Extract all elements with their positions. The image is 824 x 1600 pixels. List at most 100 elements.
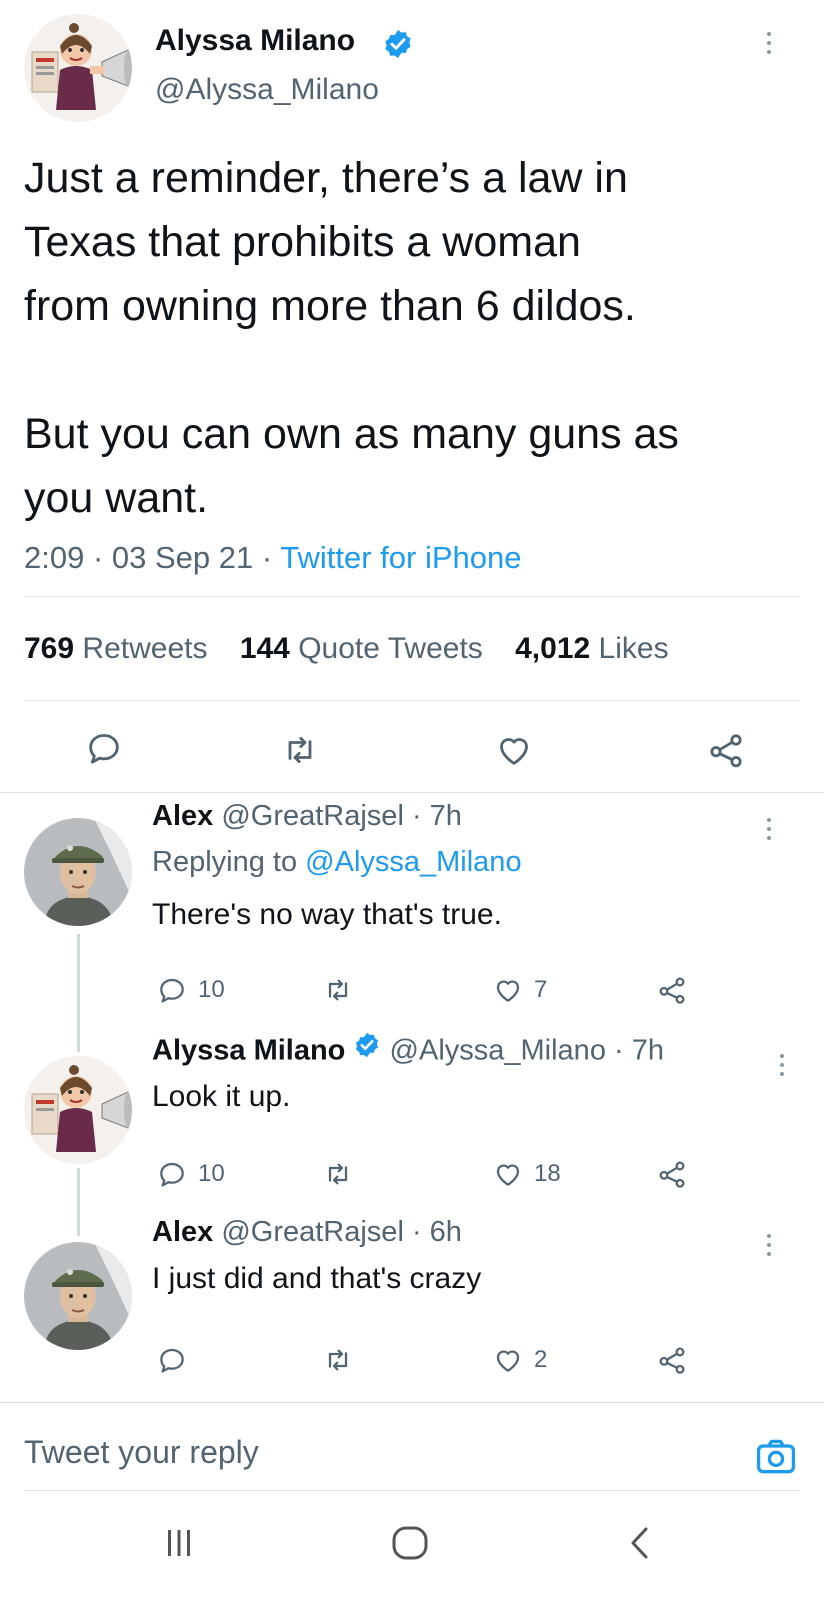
retweet-icon [328,979,348,1001]
likes-stat[interactable]: 4,012 Likes [515,632,668,665]
main-author-name[interactable]: Alyssa Milano [155,24,355,58]
like-count: 18 [534,1160,561,1187]
like-icon [496,1164,520,1186]
replying-prefix: Replying to [152,846,298,878]
reply-author-handle[interactable]: @GreatRajsel [221,800,404,832]
tweet-line: Just a reminder, there’s a law in [24,154,628,202]
share-button[interactable] [706,730,746,770]
divider [0,1402,824,1403]
separator-dot: · [614,1034,632,1067]
retweet-button[interactable] [322,1344,364,1376]
like-button[interactable]: 2 [492,1344,547,1376]
reply-header: Alyssa Milano @Alyssa_Milano · 7h [152,1031,664,1070]
reply-author-handle[interactable]: @Alyssa_Milano [390,1035,606,1067]
camera-icon[interactable] [754,1435,798,1484]
retweet-button[interactable] [322,974,364,1006]
replying-to-handle[interactable]: @Alyssa_Milano [305,846,521,878]
more-options-icon[interactable] [766,818,772,840]
separator-dot: · [92,540,112,575]
like-count: 7 [534,976,548,1003]
separator-dot: · [411,800,430,832]
tweet-line: Texas that prohibits a woman [24,218,581,266]
divider [24,596,800,597]
reply-text: Look it up. [152,1080,291,1113]
verified-badge-icon [382,28,414,65]
reply-author-avatar[interactable] [24,1242,132,1350]
tweet-source[interactable]: Twitter for iPhone [280,540,521,575]
more-options-icon[interactable] [766,32,772,54]
back-icon[interactable] [628,1526,652,1565]
reply-header: Alex @GreatRajsel · 7h [152,800,462,833]
share-icon [659,977,685,1004]
reply-author-handle[interactable]: @GreatRajsel [221,1216,404,1248]
like-button[interactable] [494,730,534,770]
reply-count: 10 [198,976,225,1003]
reply-time[interactable]: 7h [430,800,462,832]
reply-time[interactable]: 6h [430,1216,462,1248]
tweet-line: But you can own as many guns as [24,410,679,458]
reply-header: Alex @GreatRajsel · 6h [152,1216,462,1249]
retweet-icon [328,1163,348,1185]
reply-icon [160,1348,184,1373]
like-icon [500,738,528,765]
reply-time[interactable]: 7h [632,1035,664,1067]
reply-text: I just did and that's crazy [152,1262,482,1295]
quotes-count: 144 [239,632,290,665]
tweet-line: you want. [24,474,209,522]
quotes-stat[interactable]: 144 Quote Tweets [240,632,483,665]
retweets-stat[interactable]: 769 Retweets [24,632,207,665]
reply-button[interactable] [156,1344,198,1376]
reply-author-name[interactable]: Alyssa Milano [152,1035,345,1067]
reply-input[interactable]: Tweet your reply [24,1434,259,1471]
home-icon[interactable] [392,1526,428,1565]
separator-dot: · [261,540,281,575]
thread-line [77,1168,80,1236]
replying-to: Replying to @Alyssa_Milano [152,846,522,879]
separator-dot: · [411,1216,430,1248]
reply-button[interactable]: 10 [156,974,225,1006]
likes-count: 4,012 [515,632,591,665]
reply-icon [89,734,119,764]
like-count: 2 [534,1346,548,1373]
like-icon [496,980,520,1002]
share-button[interactable] [656,1344,688,1376]
like-button[interactable]: 18 [492,1158,561,1190]
main-author-handle[interactable]: @Alyssa_Milano [155,73,379,107]
retweet-button[interactable] [322,1158,364,1190]
likes-label: Likes [598,632,669,665]
share-button[interactable] [656,974,688,1006]
retweets-count: 769 [24,632,75,665]
tweet-text: Just a reminder, there’s a law in Texas … [24,146,804,530]
tweet-date[interactable]: 03 Sep 21 [112,540,253,575]
share-button[interactable] [656,1158,688,1190]
share-icon [659,1161,685,1188]
thread-line [77,934,80,1052]
system-nav-bar [0,1500,824,1600]
share-icon [659,1347,685,1374]
more-options-icon[interactable] [766,1234,772,1256]
retweet-button[interactable] [280,730,320,770]
reply-count: 10 [198,1160,225,1187]
tweet-stats: 769 Retweets 144 Quote Tweets 4,012 Like… [24,632,693,666]
reply-text: There's no way that's true. [152,898,502,931]
tweet-time[interactable]: 2:09 [24,540,84,575]
tweet-meta: 2:09 · 03 Sep 21 · Twitter for iPhone [24,540,522,576]
retweet-icon [328,1349,348,1371]
reply-author-name[interactable]: Alex [152,800,213,832]
reply-button[interactable]: 10 [156,1158,225,1190]
reply-icon [160,978,184,1003]
more-options-icon[interactable] [779,1054,785,1076]
reply-author-avatar[interactable] [24,1056,132,1164]
tweet-line: from owning more than 6 dildos. [24,282,636,330]
quotes-label: Quote Tweets [298,632,483,665]
reply-author-avatar[interactable] [24,818,132,926]
divider [24,700,800,701]
share-icon [710,734,742,768]
reply-author-name[interactable]: Alex [152,1216,213,1248]
recent-apps-icon[interactable] [164,1528,194,1563]
like-button[interactable]: 7 [492,974,547,1006]
main-author-avatar[interactable] [24,14,132,122]
verified-badge-icon [353,1031,381,1067]
divider [24,1490,800,1491]
reply-button[interactable] [84,728,124,768]
